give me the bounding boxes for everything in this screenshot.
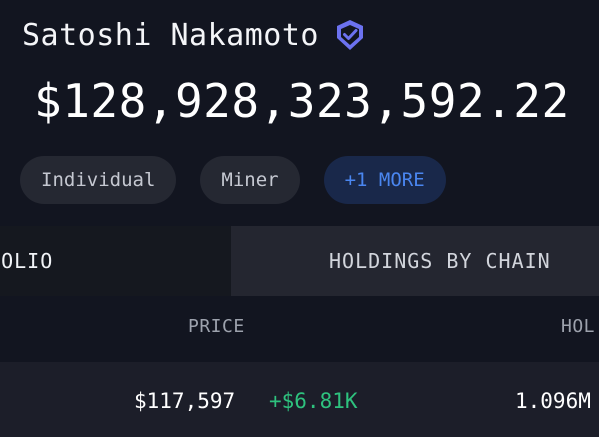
price-change-cell: +$6.81K bbox=[269, 389, 358, 413]
tab-portfolio[interactable]: TFOLIO bbox=[0, 226, 231, 296]
tag-individual[interactable]: Individual bbox=[20, 156, 177, 204]
table-row[interactable]: $117,597 +$6.81K 1.096M bbox=[0, 362, 599, 437]
entity-name-row: Satoshi Nakamoto bbox=[22, 14, 367, 56]
entity-tags: Individual Miner +1 MORE bbox=[20, 156, 446, 204]
more-tags-button[interactable]: +1 MORE bbox=[323, 156, 446, 204]
tab-holdings-by-chain[interactable]: HOLDINGS BY CHAIN bbox=[231, 226, 599, 296]
price-cell: $117,597 bbox=[134, 389, 236, 413]
tab-portfolio-label: TFOLIO bbox=[0, 249, 54, 273]
total-balance: $128,928,323,592.22 bbox=[34, 74, 570, 128]
table-header: PRICE HOL bbox=[0, 296, 599, 362]
entity-profile-header: Satoshi Nakamoto $128,928,323,592.22 Ind… bbox=[0, 0, 599, 226]
tab-bar: TFOLIO HOLDINGS BY CHAIN bbox=[0, 226, 599, 296]
column-header-price[interactable]: PRICE bbox=[188, 316, 245, 337]
entity-name: Satoshi Nakamoto bbox=[22, 17, 319, 53]
tab-holdings-label: HOLDINGS BY CHAIN bbox=[329, 249, 551, 273]
holdings-cell: 1.096M bbox=[515, 389, 591, 413]
tag-miner[interactable]: Miner bbox=[200, 156, 300, 204]
verified-badge-icon[interactable] bbox=[333, 18, 367, 52]
column-header-holdings[interactable]: HOL bbox=[561, 316, 595, 337]
